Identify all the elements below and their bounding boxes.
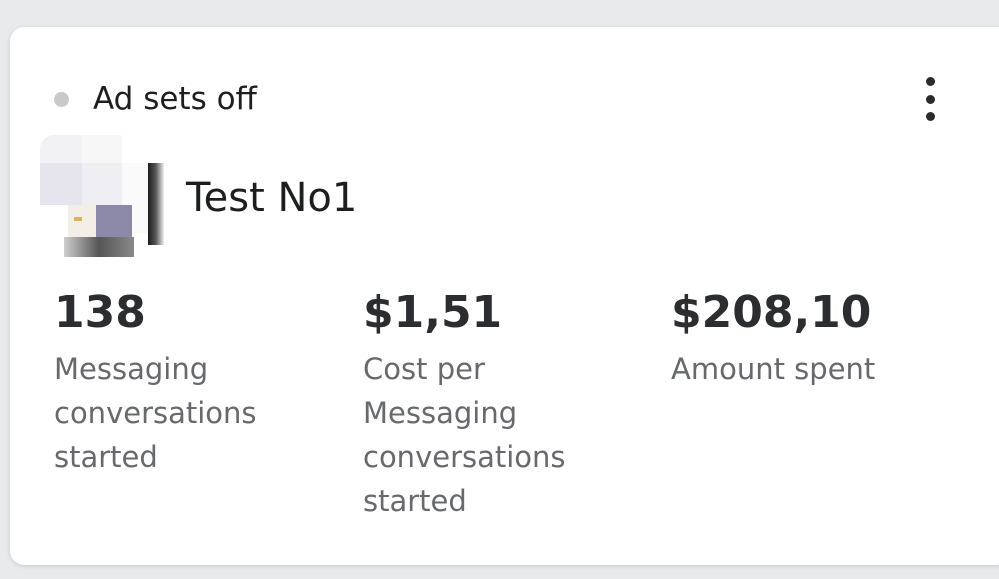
metric-label-line: Amount spent (671, 352, 876, 386)
ad-campaign-card[interactable]: Ad sets off Test No1 138 Messaging conve… (10, 27, 999, 565)
campaign-thumbnail (40, 135, 164, 257)
metric-value: 138 (54, 287, 146, 338)
metric-label-line: Cost per (363, 352, 485, 386)
metric-label-line: Messaging (363, 396, 518, 430)
campaign-name[interactable]: Test No1 (186, 173, 357, 223)
metric-label-line: started (54, 440, 158, 474)
status-text: Ad sets off (93, 81, 257, 117)
more-dot (925, 112, 935, 121)
status-row: Ad sets off (54, 79, 257, 119)
metric-value: $208,10 (671, 287, 872, 338)
more-vertical-icon (925, 77, 935, 86)
metric-amount-spent: $208,10 Amount spent (671, 285, 941, 391)
metric-value: $1,51 (363, 287, 503, 338)
metric-cost-per-conversation: $1,51 Cost per Messaging conversations s… (363, 285, 633, 523)
metric-label-line: started (363, 484, 467, 518)
more-options-button[interactable] (916, 77, 944, 121)
metric-label-line: Messaging (54, 352, 209, 386)
metric-messaging-conversations: 138 Messaging conversations started (54, 285, 324, 479)
metric-label-line: conversations (54, 396, 257, 430)
status-dot-icon (54, 91, 69, 107)
more-dot (925, 94, 935, 104)
metric-label-line: conversations (363, 440, 566, 474)
